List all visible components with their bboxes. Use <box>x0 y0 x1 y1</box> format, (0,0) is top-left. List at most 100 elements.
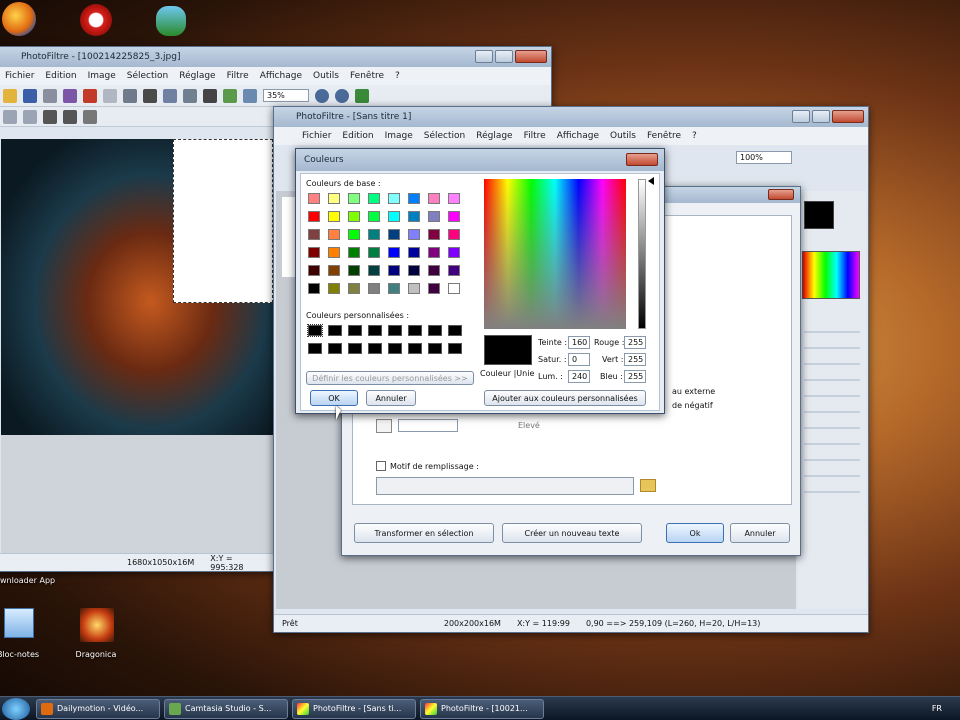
basic-color-swatch[interactable] <box>308 229 320 240</box>
basic-color-swatch[interactable] <box>448 229 460 240</box>
custom-color-slot[interactable] <box>348 343 362 354</box>
menu-outils[interactable]: Outils <box>313 71 339 81</box>
basic-color-swatch[interactable] <box>408 247 420 258</box>
basic-color-swatch[interactable] <box>348 265 360 276</box>
basic-color-swatch[interactable] <box>408 211 420 222</box>
filter-icon-4[interactable] <box>63 109 77 124</box>
color-dialog-title-bar[interactable]: Couleurs <box>296 149 664 171</box>
basic-color-swatch[interactable] <box>348 247 360 258</box>
custom-color-slot[interactable] <box>408 325 422 336</box>
menu-help[interactable]: ? <box>692 131 697 141</box>
basic-color-swatch[interactable] <box>388 211 400 222</box>
open-icon[interactable] <box>3 88 17 103</box>
menu-affichage[interactable]: Affichage <box>260 71 302 81</box>
paste-icon[interactable] <box>183 88 197 103</box>
front-zoom-select[interactable]: 100% <box>736 151 792 164</box>
back-zoom-select[interactable]: 35% <box>263 89 309 102</box>
filter-icon[interactable] <box>3 109 17 124</box>
custom-color-slot[interactable] <box>428 325 442 336</box>
basic-color-swatch[interactable] <box>368 229 380 240</box>
basic-color-swatch[interactable] <box>428 247 440 258</box>
menu-selection[interactable]: Sélection <box>127 71 168 81</box>
start-button[interactable] <box>2 698 30 720</box>
basic-color-swatch[interactable] <box>408 229 420 240</box>
task-photofiltre-1[interactable]: PhotoFiltre - [Sans ti... <box>292 698 416 719</box>
language-indicator[interactable]: FR <box>932 704 942 713</box>
basic-color-swatch[interactable] <box>388 247 400 258</box>
zoom-fit-icon[interactable] <box>243 88 257 103</box>
basic-color-swatch[interactable] <box>448 265 460 276</box>
zoom-out-icon[interactable] <box>335 88 349 103</box>
custom-color-slot[interactable] <box>328 343 342 354</box>
close-button[interactable] <box>626 153 658 166</box>
basic-color-swatch[interactable] <box>448 193 460 204</box>
basic-color-swatch[interactable] <box>388 265 400 276</box>
green-field[interactable]: 255 <box>624 353 646 366</box>
back-title-bar[interactable]: PhotoFiltre - [100214225825_3.jpg] <box>0 47 551 67</box>
save-icon[interactable] <box>23 88 37 103</box>
foreground-color[interactable] <box>804 201 834 229</box>
zoom-in-icon[interactable] <box>315 88 329 103</box>
close-button[interactable] <box>768 189 794 200</box>
basic-color-swatch[interactable] <box>388 229 400 240</box>
redo-icon[interactable] <box>103 88 117 103</box>
copy-icon[interactable] <box>163 88 177 103</box>
basic-color-swatch[interactable] <box>428 193 440 204</box>
define-custom-colors-button[interactable]: Définir les couleurs personnalisées >> <box>306 371 474 385</box>
menu-image[interactable]: Image <box>385 131 413 141</box>
task-dailymotion[interactable]: Dailymotion - Vidéo... <box>36 698 160 719</box>
custom-color-slot[interactable] <box>307 324 323 337</box>
basic-color-swatch[interactable] <box>448 211 460 222</box>
firefox-desktop-icon[interactable] <box>2 2 36 36</box>
basic-color-swatch[interactable] <box>428 265 440 276</box>
menu-reglage[interactable]: Réglage <box>476 131 512 141</box>
menu-fichier[interactable]: Fichier <box>302 131 331 141</box>
menu-selection[interactable]: Sélection <box>424 131 465 141</box>
fill-checkbox[interactable] <box>376 461 386 471</box>
dragonica-icon[interactable] <box>80 608 114 642</box>
basic-color-swatch[interactable] <box>348 211 360 222</box>
luminance-arrow-icon[interactable] <box>648 177 654 185</box>
menu-fichier[interactable]: Fichier <box>5 71 34 81</box>
custom-color-slot[interactable] <box>348 325 362 336</box>
blue-field[interactable]: 255 <box>624 370 646 383</box>
basic-color-swatch[interactable] <box>388 193 400 204</box>
basic-color-swatch[interactable] <box>428 211 440 222</box>
basic-color-swatch[interactable] <box>328 283 340 294</box>
desktop-icon-label-dragonica[interactable]: Dragonica <box>66 650 126 659</box>
print-icon[interactable] <box>43 88 57 103</box>
filter-icon-2[interactable] <box>23 109 37 124</box>
scan-icon[interactable] <box>63 88 77 103</box>
menu-reglage[interactable]: Réglage <box>179 71 215 81</box>
color-ok-button[interactable]: OK <box>310 390 358 406</box>
basic-color-swatch[interactable] <box>328 193 340 204</box>
custom-color-slot[interactable] <box>448 343 462 354</box>
messenger-desktop-icon[interactable] <box>156 6 186 36</box>
basic-color-swatch[interactable] <box>408 283 420 294</box>
basic-color-swatch[interactable] <box>408 265 420 276</box>
resize-icon[interactable] <box>123 88 137 103</box>
folder-icon[interactable] <box>640 479 656 492</box>
undo-icon[interactable] <box>83 88 97 103</box>
menu-edition[interactable]: Edition <box>45 71 76 81</box>
hue-field[interactable]: 160 <box>568 336 590 349</box>
notepad-icon[interactable] <box>4 608 34 638</box>
basic-color-swatch[interactable] <box>348 229 360 240</box>
tools-grid[interactable] <box>804 327 860 507</box>
opera-desktop-icon[interactable] <box>80 4 112 36</box>
custom-color-slot[interactable] <box>368 343 382 354</box>
add-custom-color-button[interactable]: Ajouter aux couleurs personnalisées <box>484 390 646 406</box>
color-dialog[interactable]: Couleurs Couleurs de base : Couleurs per… <box>295 148 665 414</box>
custom-color-slot[interactable] <box>368 325 382 336</box>
fit-window-icon[interactable] <box>355 88 369 103</box>
custom-color-slot[interactable] <box>388 343 402 354</box>
task-camtasia[interactable]: Camtasia Studio - S... <box>164 698 288 719</box>
plugins-icon[interactable] <box>223 88 237 103</box>
maximize-button[interactable] <box>495 50 513 63</box>
basic-color-swatch[interactable] <box>368 193 380 204</box>
basic-color-swatch[interactable] <box>308 211 320 222</box>
basic-color-swatch[interactable] <box>308 265 320 276</box>
basic-color-swatch[interactable] <box>328 211 340 222</box>
menu-fenetre[interactable]: Fenêtre <box>647 131 681 141</box>
luminance-bar[interactable] <box>638 179 646 329</box>
